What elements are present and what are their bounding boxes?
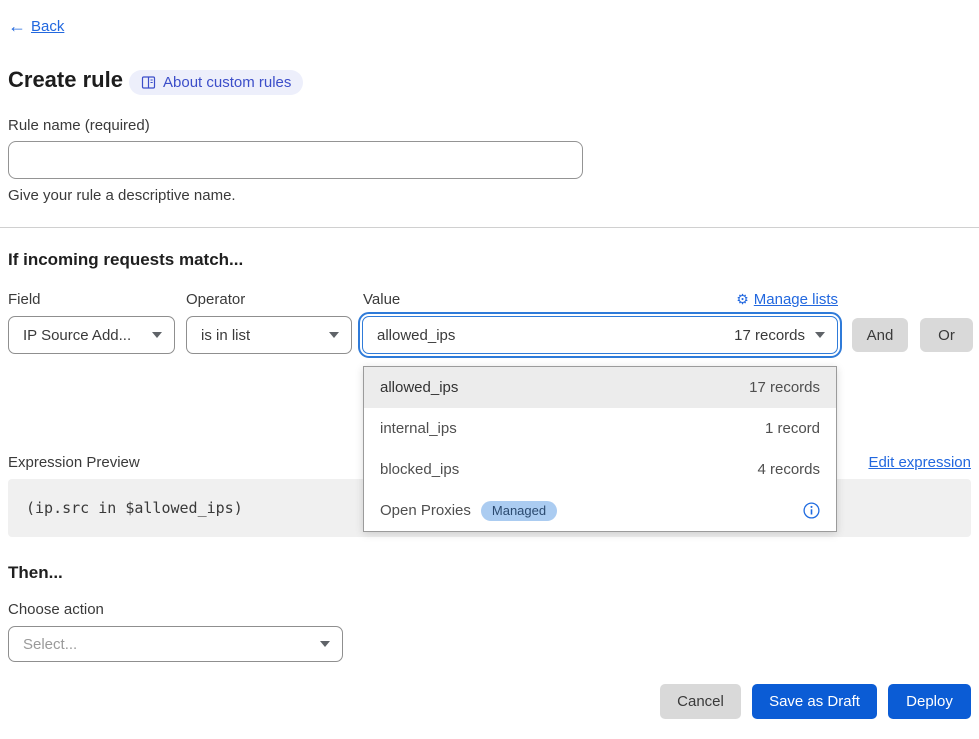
list-item-name: allowed_ips: [380, 379, 458, 396]
field-column-label: Field: [8, 291, 41, 308]
manage-lists-link[interactable]: ⚙ Manage lists: [736, 291, 838, 308]
list-dropdown-menu: allowed_ips 17 records internal_ips 1 re…: [363, 366, 837, 532]
expression-preview-label: Expression Preview: [8, 454, 140, 471]
list-item-records: 1 record: [765, 420, 820, 437]
list-item-open-proxies[interactable]: Open Proxies Managed: [364, 490, 836, 531]
chevron-down-icon: [152, 332, 162, 338]
and-button[interactable]: And: [852, 318, 908, 352]
rule-name-label: Rule name (required): [8, 117, 150, 134]
edit-expression-label: Edit expression: [868, 454, 971, 471]
action-select[interactable]: Select...: [8, 626, 343, 662]
field-select[interactable]: IP Source Add...: [8, 316, 175, 354]
match-section-heading: If incoming requests match...: [8, 250, 243, 270]
list-item-records: 4 records: [757, 461, 820, 478]
rule-name-input[interactable]: [8, 141, 583, 179]
choose-action-label: Choose action: [8, 601, 104, 618]
value-select-records: 17 records: [734, 327, 805, 344]
manage-lists-label: Manage lists: [754, 291, 838, 308]
value-select-value: allowed_ips: [377, 327, 455, 344]
list-item-blocked-ips[interactable]: blocked_ips 4 records: [364, 449, 836, 490]
back-label: Back: [31, 18, 64, 35]
edit-expression-link[interactable]: Edit expression: [868, 454, 971, 471]
value-column-label: Value: [363, 291, 400, 308]
create-rule-page: ← Back Create rule About custom rules Rul…: [0, 0, 979, 739]
book-icon: [141, 75, 156, 90]
chevron-down-icon: [320, 641, 330, 647]
operator-select-value: is in list: [201, 327, 250, 344]
gear-icon: ⚙: [736, 291, 749, 308]
deploy-button[interactable]: Deploy: [888, 684, 971, 719]
field-select-value: IP Source Add...: [23, 327, 131, 344]
cancel-button[interactable]: Cancel: [660, 684, 741, 719]
section-divider: [0, 227, 979, 228]
info-icon[interactable]: [803, 502, 820, 519]
value-select[interactable]: allowed_ips 17 records: [362, 316, 838, 354]
list-item-allowed-ips[interactable]: allowed_ips 17 records: [364, 367, 836, 408]
action-select-placeholder: Select...: [23, 636, 77, 653]
chevron-down-icon: [815, 332, 825, 338]
then-section-heading: Then...: [8, 563, 63, 583]
operator-select[interactable]: is in list: [186, 316, 352, 354]
list-item-name: blocked_ips: [380, 461, 459, 478]
managed-badge: Managed: [481, 501, 557, 521]
list-item-name: internal_ips: [380, 420, 457, 437]
list-item-name: Open Proxies: [380, 502, 471, 519]
rule-name-helper: Give your rule a descriptive name.: [8, 187, 236, 204]
save-as-draft-button[interactable]: Save as Draft: [752, 684, 877, 719]
back-arrow-icon: ←: [8, 16, 26, 37]
chevron-down-icon: [329, 332, 339, 338]
list-item-records: 17 records: [749, 379, 820, 396]
about-custom-rules-label: About custom rules: [163, 74, 291, 91]
page-title: Create rule: [8, 67, 123, 93]
about-custom-rules-link[interactable]: About custom rules: [129, 70, 303, 95]
expression-code: (ip.src in $allowed_ips): [26, 499, 243, 517]
operator-column-label: Operator: [186, 291, 245, 308]
or-button[interactable]: Or: [920, 318, 973, 352]
list-item-internal-ips[interactable]: internal_ips 1 record: [364, 408, 836, 449]
back-link[interactable]: ← Back: [8, 16, 64, 37]
